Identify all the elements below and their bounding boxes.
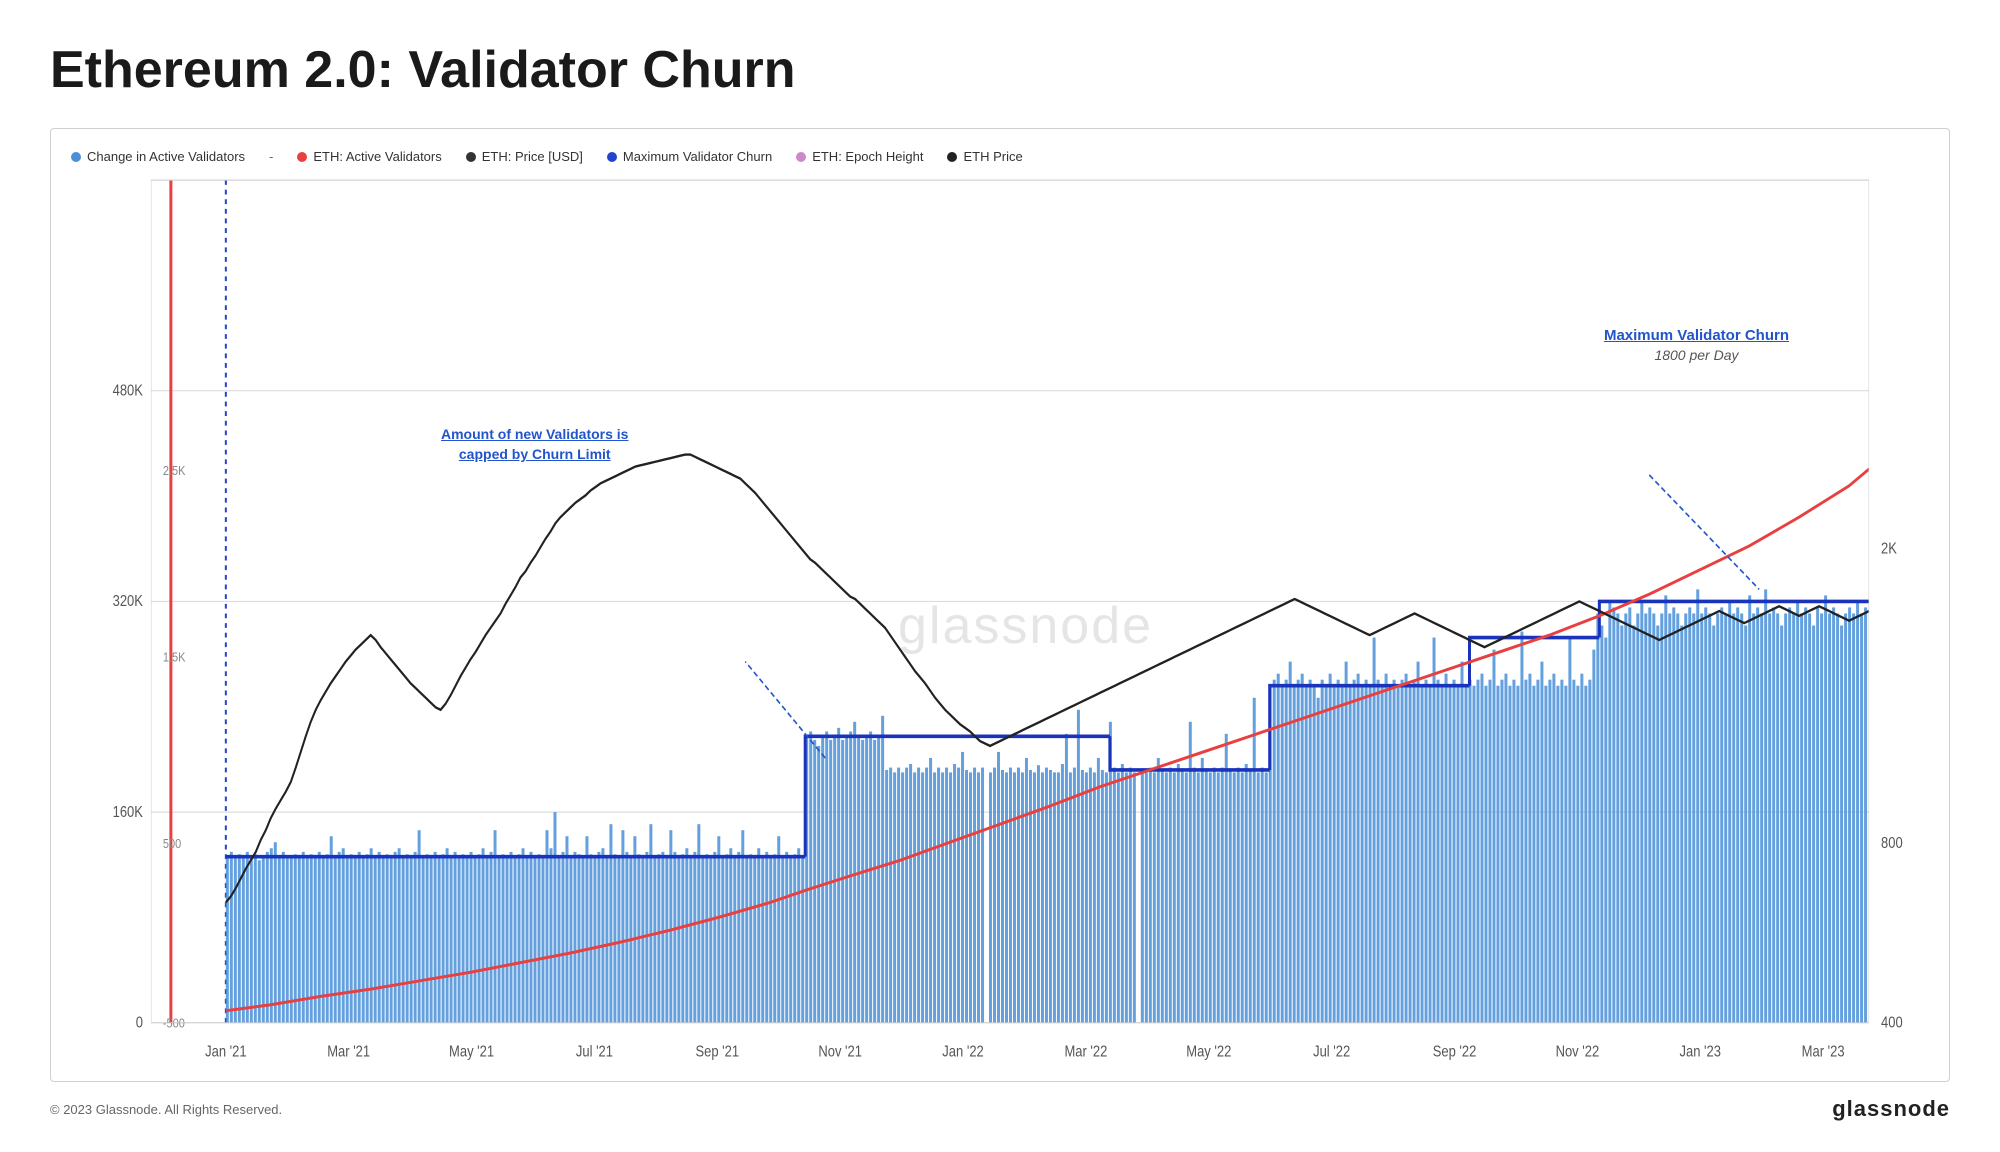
svg-text:400: 400	[1881, 1015, 1903, 1032]
svg-text:May '21: May '21	[449, 1043, 494, 1060]
logo-text: glassnode	[1832, 1096, 1950, 1121]
max-churn-subtitle: 1800 per Day	[1604, 346, 1789, 366]
page-title: Ethereum 2.0: Validator Churn	[50, 40, 1950, 100]
legend-dot-price-usd	[466, 152, 476, 162]
legend-label-active: ETH: Active Validators	[313, 149, 441, 164]
svg-text:Jan '21: Jan '21	[205, 1043, 246, 1060]
svg-text:Nov '22: Nov '22	[1556, 1043, 1600, 1060]
svg-text:May '22: May '22	[1186, 1043, 1231, 1060]
footer-logo: glassnode	[1832, 1096, 1950, 1122]
svg-text:Jul '22: Jul '22	[1313, 1043, 1350, 1060]
max-churn-annotation: Maximum Validator Churn 1800 per Day	[1604, 325, 1789, 366]
svg-text:Jan '23: Jan '23	[1680, 1043, 1721, 1060]
svg-text:2.5K: 2.5K	[163, 463, 186, 478]
svg-text:480K: 480K	[113, 382, 144, 399]
svg-text:1.5K: 1.5K	[163, 650, 186, 665]
legend-dot-change	[71, 152, 81, 162]
legend-label-change: Change in Active Validators	[87, 149, 245, 164]
legend-item-active: ETH: Active Validators	[297, 149, 441, 164]
legend-label-epoch: ETH: Epoch Height	[812, 149, 923, 164]
legend-dot-eth-price	[947, 152, 957, 162]
svg-text:160K: 160K	[113, 804, 144, 821]
chart-svg: 0 160K 320K 480K -500 500 1.5K 2.5K 400 …	[71, 180, 1929, 1071]
legend-item-epoch: ETH: Epoch Height	[796, 149, 923, 164]
svg-text:Sep '22: Sep '22	[1433, 1043, 1477, 1060]
svg-text:Mar '23: Mar '23	[1802, 1043, 1845, 1060]
svg-text:Mar '22: Mar '22	[1064, 1043, 1107, 1060]
svg-text:-500: -500	[163, 1016, 185, 1031]
svg-text:2K: 2K	[1881, 540, 1897, 557]
svg-text:Jul '21: Jul '21	[576, 1043, 613, 1060]
legend-separator: -	[269, 149, 273, 164]
legend-label-max-churn: Maximum Validator Churn	[623, 149, 772, 164]
legend-item-change: Change in Active Validators	[71, 149, 245, 164]
churn-limit-annotation: Amount of new Validators is capped by Ch…	[441, 425, 628, 464]
legend-label-eth-price: ETH Price	[963, 149, 1022, 164]
svg-text:Jan '22: Jan '22	[942, 1043, 983, 1060]
legend-item-max-churn: Maximum Validator Churn	[607, 149, 772, 164]
legend-item-eth-price: ETH Price	[947, 149, 1022, 164]
chart-legend: Change in Active Validators - ETH: Activ…	[71, 149, 1929, 164]
svg-text:500: 500	[163, 836, 182, 851]
copyright-text: © 2023 Glassnode. All Rights Reserved.	[50, 1102, 282, 1117]
max-churn-title: Maximum Validator Churn	[1604, 325, 1789, 346]
svg-text:0: 0	[136, 1015, 143, 1032]
chart-wrapper: Change in Active Validators - ETH: Activ…	[50, 128, 1950, 1082]
legend-dot-max-churn	[607, 152, 617, 162]
footer: © 2023 Glassnode. All Rights Reserved. g…	[50, 1096, 1950, 1122]
legend-dot-epoch	[796, 152, 806, 162]
svg-text:Mar '21: Mar '21	[327, 1043, 370, 1060]
legend-dot-active	[297, 152, 307, 162]
legend-label-price-usd: ETH: Price [USD]	[482, 149, 583, 164]
svg-text:800: 800	[1881, 835, 1903, 852]
churn-limit-line2: capped by Churn Limit	[459, 446, 611, 462]
svg-text:320K: 320K	[113, 593, 144, 610]
svg-text:Nov '21: Nov '21	[818, 1043, 862, 1060]
legend-item-price-usd: ETH: Price [USD]	[466, 149, 583, 164]
chart-area: glassnode Amount of new Validators is ca…	[71, 180, 1929, 1071]
churn-limit-line1: Amount of new Validators is	[441, 426, 628, 442]
svg-text:Sep '21: Sep '21	[695, 1043, 739, 1060]
